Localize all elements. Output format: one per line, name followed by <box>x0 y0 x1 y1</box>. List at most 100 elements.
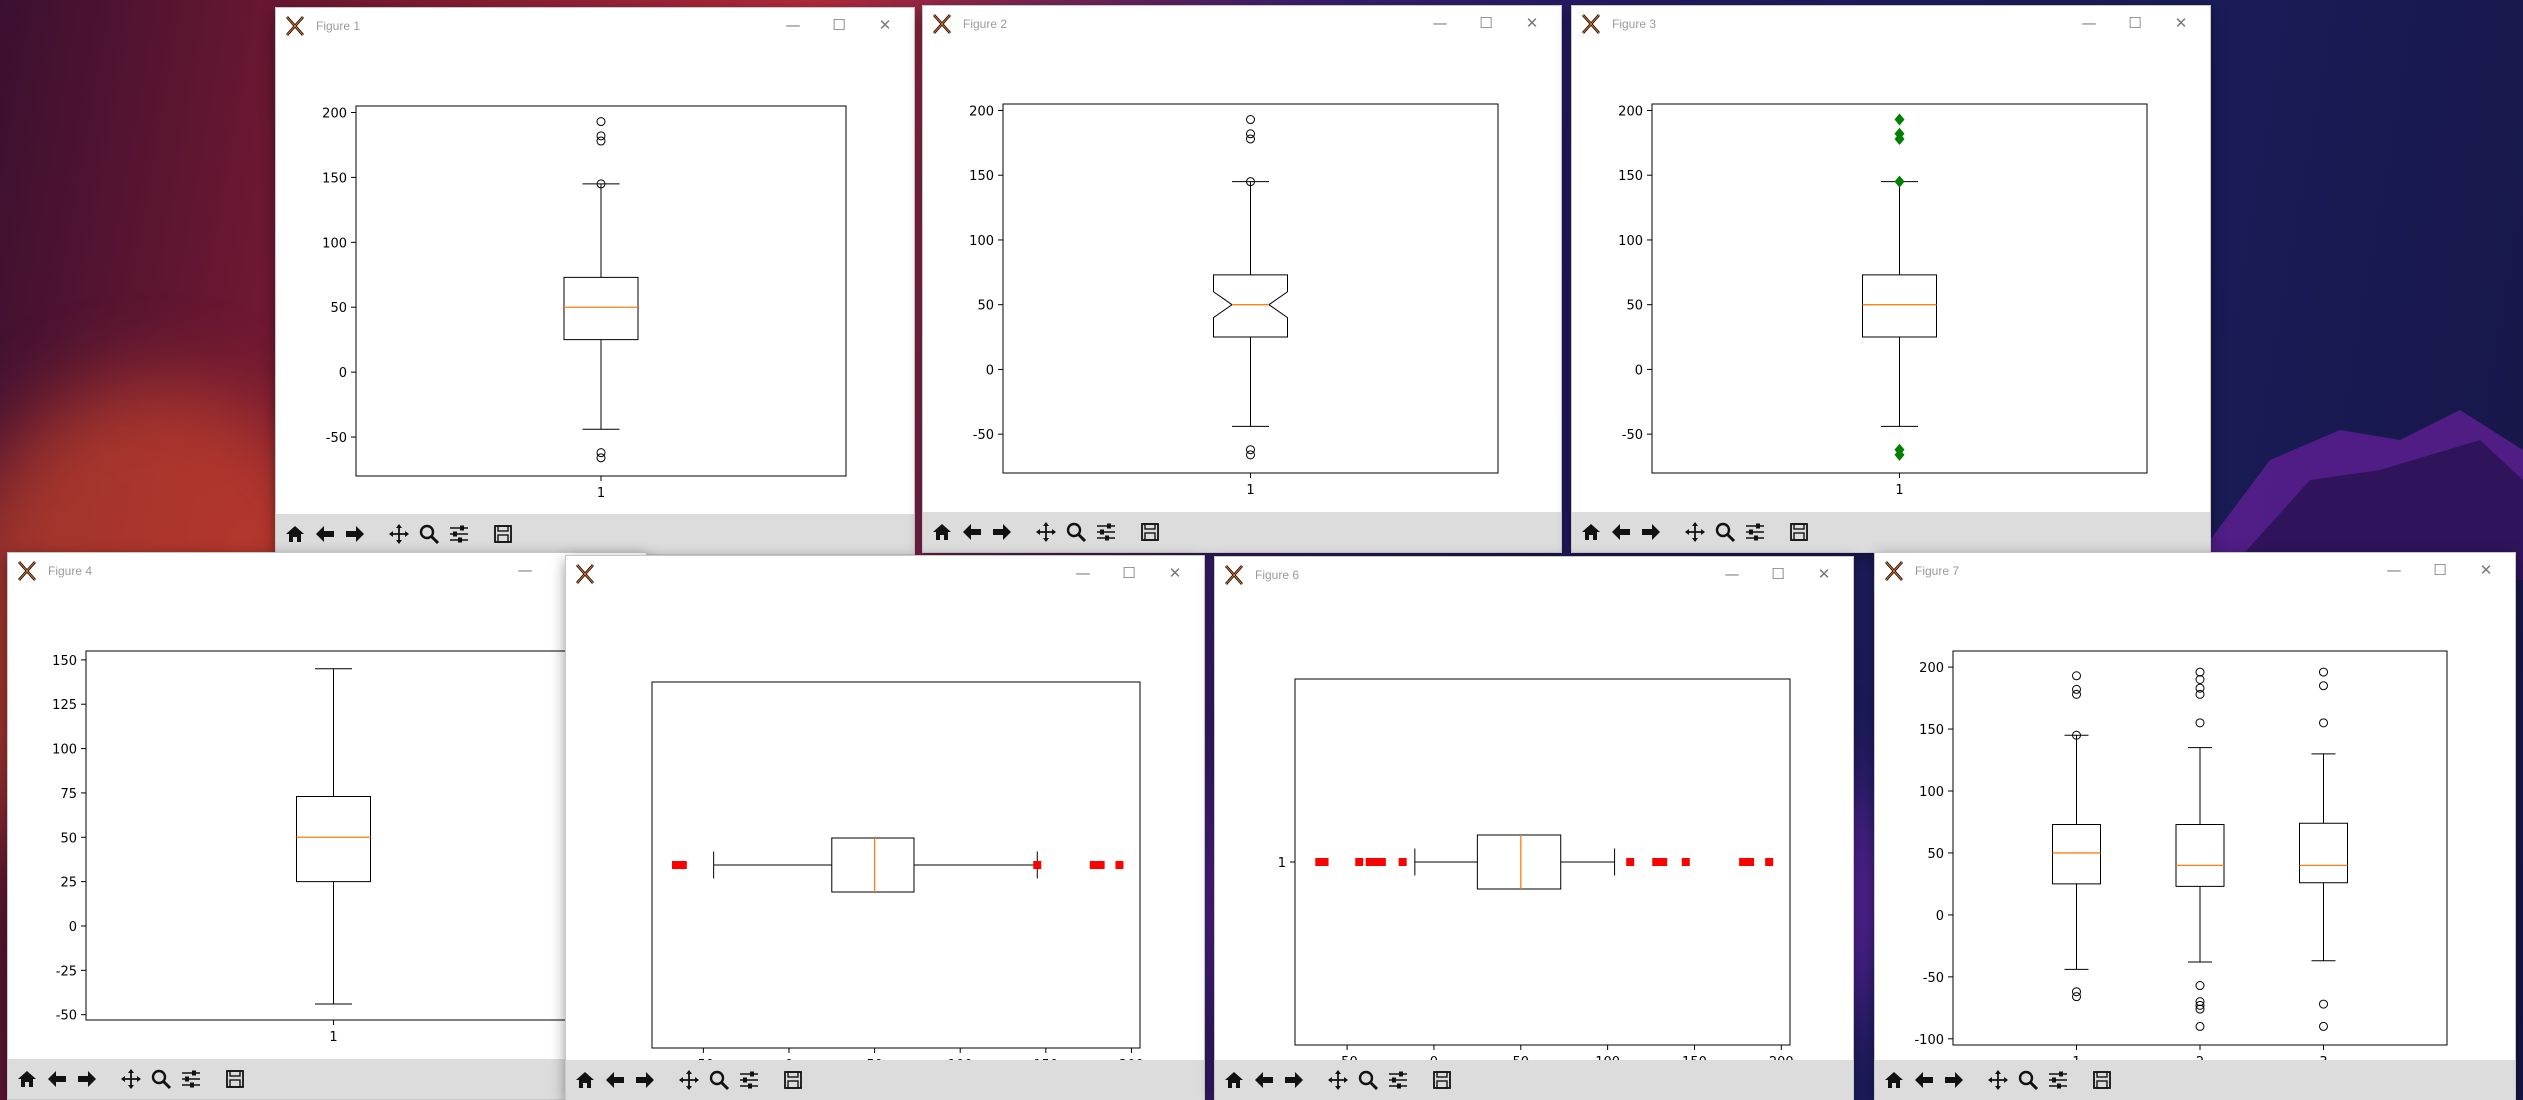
minimize-icon[interactable]: — <box>504 557 546 583</box>
back-icon <box>316 526 334 542</box>
close-icon[interactable]: ✕ <box>1154 560 1196 586</box>
minimize-icon[interactable]: — <box>772 12 814 38</box>
back-button[interactable] <box>42 1064 72 1094</box>
maximize-icon[interactable]: ☐ <box>2419 557 2461 583</box>
back-button[interactable] <box>600 1065 630 1095</box>
pan-button[interactable] <box>1983 1065 2013 1095</box>
zoom-button[interactable] <box>2013 1065 2043 1095</box>
pan-button[interactable] <box>1031 517 1061 547</box>
figure-window[interactable]: Figure 3 — ☐ ✕ -50 0 50 100 150 200 1 <box>1572 6 2210 552</box>
forward-button[interactable] <box>340 519 370 549</box>
configure-subplots-button[interactable] <box>1091 517 1121 547</box>
figure-window[interactable]: Figure 4—☐✕-50-2502550751001251501 <box>8 553 646 1099</box>
figure-window[interactable]: —☐✕ -50050100150200 <box>566 556 1204 1100</box>
pan-button[interactable] <box>1680 517 1710 547</box>
home-button[interactable] <box>12 1064 42 1094</box>
save-button[interactable] <box>2087 1065 2117 1095</box>
home-button[interactable] <box>1219 1065 1249 1095</box>
home-icon <box>18 1071 36 1087</box>
pan-button[interactable] <box>674 1065 704 1095</box>
title-bar[interactable]: Figure 3 — ☐ ✕ <box>1572 6 2210 42</box>
plot-canvas[interactable]: -500501001502001 <box>276 44 914 514</box>
plot-canvas[interactable]: -500501001502001 <box>923 42 1561 512</box>
back-button[interactable] <box>310 519 340 549</box>
title-bar[interactable]: — ☐ ✕ <box>566 556 1204 592</box>
maximize-icon[interactable]: ☐ <box>818 12 860 38</box>
close-icon[interactable]: ✕ <box>1511 10 1553 36</box>
zoom-button[interactable] <box>704 1065 734 1095</box>
configure-subplots-button[interactable] <box>176 1064 206 1094</box>
configure-subplots-button[interactable] <box>1740 517 1770 547</box>
minimize-icon[interactable]: — <box>1419 10 1461 36</box>
close-icon[interactable]: ✕ <box>2160 10 2202 36</box>
maximize-icon[interactable]: ☐ <box>1108 560 1150 586</box>
forward-button[interactable] <box>1636 517 1666 547</box>
title-bar[interactable]: Figure 4—☐✕ <box>8 553 646 589</box>
close-icon[interactable]: ✕ <box>864 12 906 38</box>
zoom-button[interactable] <box>1710 517 1740 547</box>
close-icon[interactable]: ✕ <box>1803 561 1845 587</box>
forward-button[interactable] <box>987 517 1017 547</box>
save-button[interactable] <box>778 1065 808 1095</box>
zoom-icon <box>709 1070 730 1091</box>
plot-canvas[interactable]: -500501001502001 <box>1572 42 2210 512</box>
pan-icon <box>389 524 409 544</box>
plot-canvas[interactable]: -50 -25 0 25 50 75 100 125 150 1 <box>8 589 646 1059</box>
figure-window[interactable]: Figure 7—☐✕-100-50050100150200123 <box>1875 553 2515 1100</box>
minimize-icon[interactable]: — <box>2373 557 2415 583</box>
title-bar[interactable]: Figure 1 — ☐ ✕ <box>276 8 914 44</box>
forward-button[interactable] <box>72 1064 102 1094</box>
pan-button[interactable] <box>1323 1065 1353 1095</box>
y-tick-label: 0 <box>1936 909 1944 924</box>
save-button[interactable] <box>1784 517 1814 547</box>
configure-subplots-button[interactable] <box>734 1065 764 1095</box>
zoom-button[interactable] <box>146 1064 176 1094</box>
save-button[interactable] <box>1427 1065 1457 1095</box>
figure-window[interactable]: Figure 1 — ☐ ✕ -50 0 50 100 150 200 1 <box>276 8 914 554</box>
title-bar[interactable]: Figure 6 — ☐ ✕ <box>1215 557 1853 593</box>
forward-button[interactable] <box>1939 1065 1969 1095</box>
plot-canvas[interactable]: -500501001502001 <box>1215 593 1853 1060</box>
save-button[interactable] <box>220 1064 250 1094</box>
home-button[interactable] <box>927 517 957 547</box>
forward-button[interactable] <box>1279 1065 1309 1095</box>
home-button[interactable] <box>1576 517 1606 547</box>
configure-subplots-button[interactable] <box>2043 1065 2073 1095</box>
figure-window[interactable]: Figure 2 — ☐ ✕ -50 0 50 100 150 200 1 <box>923 6 1561 552</box>
maximize-icon[interactable]: ☐ <box>1757 561 1799 587</box>
home-button[interactable] <box>570 1065 600 1095</box>
maximize-icon[interactable]: ☐ <box>2114 10 2156 36</box>
close-icon[interactable]: ✕ <box>2465 557 2507 583</box>
forward-icon <box>993 524 1011 540</box>
title-bar[interactable]: Figure 7 — ☐ ✕ <box>1875 553 2515 589</box>
save-button[interactable] <box>1135 517 1165 547</box>
home-button[interactable] <box>280 519 310 549</box>
configure-subplots-button[interactable] <box>444 519 474 549</box>
save-button[interactable] <box>488 519 518 549</box>
pan-button[interactable] <box>384 519 414 549</box>
forward-button[interactable] <box>630 1065 660 1095</box>
figure-window[interactable]: Figure 6 —☐✕ -500501001502001 <box>1215 557 1853 1100</box>
minimize-icon[interactable]: — <box>2068 10 2110 36</box>
home-button[interactable] <box>1879 1065 1909 1095</box>
maximize-icon[interactable]: ☐ <box>1465 10 1507 36</box>
back-button[interactable] <box>1909 1065 1939 1095</box>
pan-button[interactable] <box>116 1064 146 1094</box>
pan-icon <box>1685 522 1705 542</box>
zoom-icon <box>151 1069 172 1090</box>
back-button[interactable] <box>1606 517 1636 547</box>
title-bar[interactable]: Figure 2 — ☐ ✕ <box>923 6 1561 42</box>
back-button[interactable] <box>957 517 987 547</box>
back-button[interactable] <box>1249 1065 1279 1095</box>
zoom-button[interactable] <box>414 519 444 549</box>
y-tick-label: 150 <box>322 171 347 186</box>
plot-canvas[interactable]: -50050100150200 <box>566 592 1204 1060</box>
zoom-button[interactable] <box>1061 517 1091 547</box>
minimize-icon[interactable]: — <box>1711 561 1753 587</box>
zoom-button[interactable] <box>1353 1065 1383 1095</box>
boxplot-chart: -50 0 50 100 150 200 1 <box>322 105 847 501</box>
minimize-icon[interactable]: — <box>1062 560 1104 586</box>
configure-subplots-button[interactable] <box>1383 1065 1413 1095</box>
y-tick-label: 0 <box>339 366 347 381</box>
plot-canvas[interactable]: -100-50050100150200123 <box>1875 589 2515 1060</box>
